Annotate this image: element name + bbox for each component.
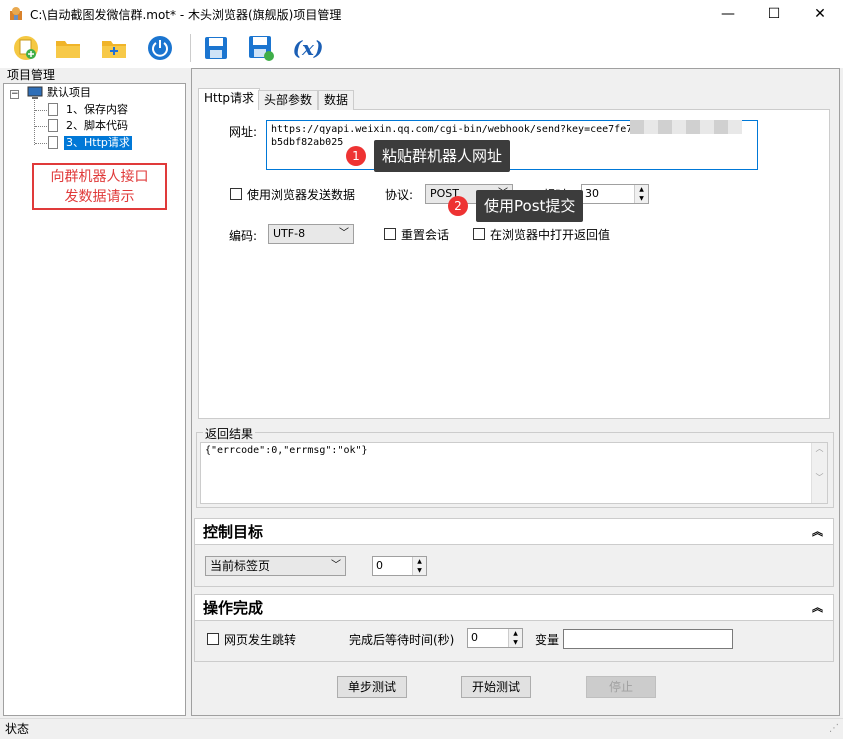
spinner-arrows-icon[interactable]: ▲ ▼	[508, 629, 522, 647]
wait-time-label: 完成后等待时间(秒)	[349, 633, 455, 647]
tree-item-http-request[interactable]: 3、Http请求	[64, 136, 132, 150]
callout-line2: 发数据请示	[64, 189, 135, 205]
close-button[interactable]: ✕	[797, 0, 843, 28]
document-icon	[48, 136, 58, 149]
tree-item-save-content[interactable]: 1、保存内容	[66, 103, 128, 117]
status-text: 状态	[5, 722, 30, 736]
open-in-browser-label: 在浏览器中打开返回值	[490, 228, 611, 242]
redacted-key	[630, 120, 742, 134]
wait-time-spinner[interactable]: 0 ▲ ▼	[467, 628, 523, 648]
browser-send-label: 使用浏览器发送数据	[247, 188, 356, 202]
toolbar-separator	[190, 34, 191, 62]
tooltip-use-post: 使用Post提交	[476, 190, 584, 222]
target-index-spinner[interactable]: 0 ▲ ▼	[372, 556, 427, 576]
computer-icon	[27, 86, 43, 99]
target-index-value: 0	[376, 559, 383, 572]
variable-label: 变量	[535, 633, 560, 647]
tab-data[interactable]: 数据	[318, 90, 355, 110]
tree-collapse-toggle[interactable]: −	[10, 90, 19, 99]
wait-time-value: 0	[471, 631, 478, 644]
timeout-spinner[interactable]: 30 ▲ ▼	[581, 184, 649, 204]
project-tree-header: 项目管理	[3, 68, 186, 84]
encoding-select[interactable]: UTF-8 ﹀	[268, 224, 354, 244]
browser-send-checkbox[interactable]	[230, 188, 242, 200]
open-in-browser-checkbox[interactable]	[473, 228, 485, 240]
document-icon	[48, 103, 58, 116]
maximize-button[interactable]: ☐	[751, 0, 797, 28]
protocol-label: 协议:	[385, 188, 414, 202]
power-icon[interactable]	[145, 34, 175, 62]
annotation-callout-box: 向群机器人接口 发数据请示	[32, 163, 167, 210]
page-jump-checkbox[interactable]	[207, 633, 219, 645]
tooltip-paste-url: 粘贴群机器人网址	[374, 140, 511, 172]
encoding-label: 编码:	[229, 229, 258, 243]
control-target-header[interactable]: 控制目标 ︽	[195, 519, 833, 545]
spinner-arrows-icon[interactable]: ▲ ▼	[634, 185, 648, 203]
resize-grip-icon[interactable]: ⋰	[829, 719, 839, 739]
spinner-arrows-icon[interactable]: ▲ ▼	[412, 557, 426, 575]
control-target-title: 控制目标	[203, 523, 264, 541]
result-value: {"errcode":0,"errmsg":"ok"}	[205, 445, 368, 456]
tab-headers[interactable]: 头部参数	[258, 90, 319, 110]
reset-session-checkbox[interactable]	[384, 228, 396, 240]
title-bar: C:\自动截图发微信群.mot* - 木头浏览器(旗舰版)项目管理 — ☐ ✕	[0, 0, 843, 28]
tree-root-label[interactable]: 默认项目	[47, 86, 91, 100]
result-textarea[interactable]: {"errcode":0,"errmsg":"ok"} ︿ ﹀	[200, 442, 828, 504]
minimize-button[interactable]: —	[705, 0, 751, 28]
open-folder-icon[interactable]	[53, 34, 83, 62]
target-tab-select[interactable]: 当前标签页 ﹀	[205, 556, 346, 576]
result-label: 返回结果	[203, 425, 256, 442]
step-badge-1: 1	[346, 146, 366, 166]
control-target-section: 控制目标 ︽	[194, 518, 834, 587]
window-title: C:\自动截图发微信群.mot* - 木头浏览器(旗舰版)项目管理	[30, 7, 342, 22]
encoding-value: UTF-8	[273, 227, 306, 240]
chevron-down-icon: ﹀	[331, 560, 341, 571]
chevron-down-icon: ﹀	[339, 228, 349, 239]
url-line2: b5dbf82ab025	[271, 137, 344, 148]
app-icon	[10, 7, 22, 20]
page-jump-label: 网页发生跳转	[224, 633, 297, 647]
document-icon	[48, 119, 58, 132]
callout-line1: 向群机器人接口	[50, 169, 149, 185]
collapse-icon[interactable]: ︽	[812, 519, 823, 545]
tab-http-request[interactable]: Http请求	[198, 88, 261, 110]
save-icon[interactable]	[201, 34, 231, 62]
status-bar: 状态 ⋰	[0, 718, 843, 739]
stop-button[interactable]: 停止	[586, 676, 656, 698]
reset-session-label: 重置会话	[401, 228, 450, 242]
start-test-button[interactable]: 开始测试	[461, 676, 531, 698]
collapse-icon[interactable]: ︽	[812, 595, 823, 621]
save-as-icon[interactable]	[246, 34, 276, 62]
step-badge-2: 2	[448, 196, 468, 216]
tree-item-script-code[interactable]: 2、脚本代码	[66, 119, 128, 133]
operation-done-title: 操作完成	[203, 599, 264, 617]
operation-done-header[interactable]: 操作完成 ︽	[195, 595, 833, 621]
variable-icon[interactable]: (x)	[290, 34, 326, 62]
timeout-value: 30	[585, 187, 599, 200]
variable-input[interactable]	[563, 629, 733, 649]
result-scrollbar[interactable]: ︿ ﹀	[811, 443, 827, 503]
step-test-button[interactable]: 单步测试	[337, 676, 407, 698]
url-label: 网址:	[229, 125, 258, 139]
add-folder-icon[interactable]	[99, 34, 129, 62]
target-tab-value: 当前标签页	[210, 559, 271, 573]
new-file-icon[interactable]	[11, 34, 41, 62]
